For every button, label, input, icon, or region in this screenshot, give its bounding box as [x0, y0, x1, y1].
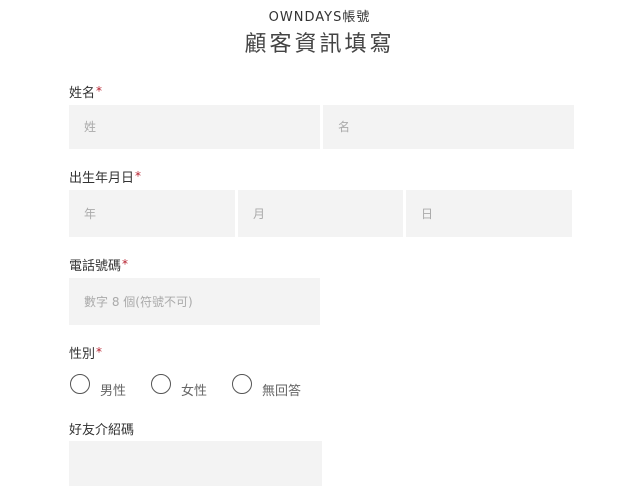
- birth-day-select[interactable]: [406, 190, 572, 237]
- gender-male-label[interactable]: 男性: [100, 380, 126, 399]
- referral-code-input[interactable]: [69, 441, 322, 486]
- gender-female-label[interactable]: 女性: [181, 380, 207, 399]
- gender-female-radio[interactable]: [151, 374, 171, 394]
- brand-title: OWNDAYS帳號: [268, 10, 371, 25]
- gender-field-label: 性別*: [69, 343, 102, 362]
- page-title: 顧客資訊填寫: [244, 32, 395, 57]
- required-mark: *: [96, 84, 103, 98]
- referral-label-text: 好友介紹碼: [69, 423, 135, 438]
- birth-year-select[interactable]: [69, 190, 235, 237]
- required-mark: *: [96, 345, 103, 359]
- gender-male-radio[interactable]: [70, 374, 90, 394]
- gender-label-text: 性別: [69, 347, 96, 362]
- first-name-input[interactable]: [323, 105, 574, 149]
- phone-input[interactable]: [69, 278, 320, 325]
- last-name-input[interactable]: [69, 105, 320, 149]
- referral-field-label: 好友介紹碼: [69, 419, 134, 438]
- phone-field-label: 電話號碼*: [69, 255, 128, 274]
- gender-no-answer-radio[interactable]: [232, 374, 252, 394]
- name-field-label: 姓名*: [69, 82, 102, 101]
- required-mark: *: [122, 257, 129, 271]
- birth-month-select[interactable]: [238, 190, 403, 237]
- phone-label-text: 電話號碼: [69, 259, 122, 274]
- birthday-field-label: 出生年月日*: [69, 167, 141, 186]
- name-label-text: 姓名: [69, 86, 96, 101]
- gender-no-answer-label[interactable]: 無回答: [262, 380, 301, 399]
- birthday-label-text: 出生年月日: [69, 171, 135, 186]
- required-mark: *: [135, 169, 142, 183]
